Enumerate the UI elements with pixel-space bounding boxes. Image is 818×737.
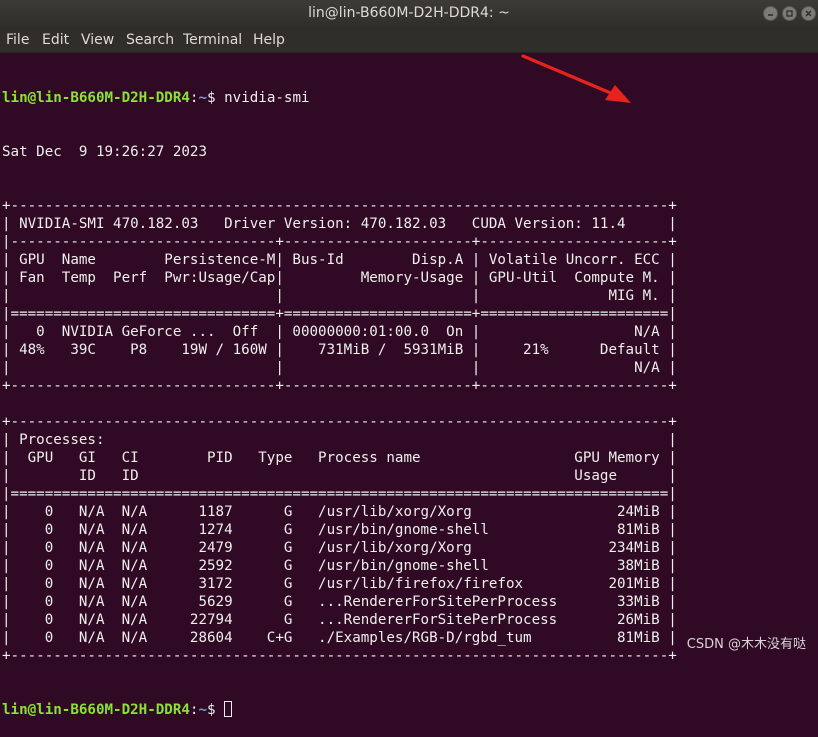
output-line: +---------------------------------------… <box>2 414 677 430</box>
annotation-arrow <box>521 54 631 103</box>
output-line: | ID ID Usage | <box>2 468 677 484</box>
prompt-path: ~ <box>198 702 208 718</box>
close-icon <box>805 10 812 17</box>
window-titlebar[interactable]: lin@lin-B660M-D2H-DDR4: ~ <box>0 0 818 28</box>
output-line: | NVIDIA-SMI 470.182.03 Driver Version: … <box>2 216 677 232</box>
menu-file[interactable]: File <box>6 32 29 48</box>
prompt-separator: : <box>189 702 199 718</box>
output-line: | 0 N/A N/A 2479 G /usr/lib/xorg/Xorg 23… <box>2 540 677 556</box>
maximize-icon <box>786 10 793 17</box>
menu-terminal[interactable]: Terminal <box>183 32 242 48</box>
output-line: |===============================+=======… <box>2 306 677 322</box>
current-prompt-line: lin@lin-B660M-D2H-DDR4:~$ <box>2 701 677 719</box>
close-button[interactable] <box>801 6 816 21</box>
menu-help[interactable]: Help <box>253 32 285 48</box>
menu-bar: File Edit View Search Terminal Help <box>0 28 818 53</box>
output-line: | | | N/A | <box>2 360 677 376</box>
smi-output-table: +---------------------------------------… <box>2 197 677 665</box>
output-line: |-------------------------------+-------… <box>2 234 677 250</box>
output-date: Sat Dec 9 19:26:27 2023 <box>2 144 207 160</box>
output-line: | Fan Temp Perf Pwr:Usage/Cap| Memory-Us… <box>2 270 677 286</box>
output-line: +---------------------------------------… <box>2 198 677 214</box>
output-line: | 0 N/A N/A 28604 C+G ./Examples/RGB-D/r… <box>2 630 677 646</box>
prompt-user-host: lin@lin-B660M-D2H-DDR4 <box>2 702 190 718</box>
output-line: | 0 NVIDIA GeForce ... Off | 00000000:01… <box>2 324 677 340</box>
menu-search[interactable]: Search <box>126 32 174 48</box>
output-line: | 0 N/A N/A 1274 G /usr/bin/gnome-shell … <box>2 522 677 538</box>
watermark: CSDN @木木没有哒 <box>686 637 806 652</box>
output-line: | | | MIG M. | <box>2 288 677 304</box>
output-line: | 0 N/A N/A 22794 G ...RendererForSitePe… <box>2 612 677 628</box>
output-line: | 0 N/A N/A 3172 G /usr/lib/firefox/fire… <box>2 576 677 592</box>
output-line: | 0 N/A N/A 2592 G /usr/bin/gnome-shell … <box>2 558 677 574</box>
command-text: nvidia-smi <box>224 90 310 106</box>
text-cursor <box>224 701 233 717</box>
output-line: | GPU Name Persistence-M| Bus-Id Disp.A … <box>2 252 677 268</box>
prompt-path: ~ <box>198 90 208 106</box>
prompt-symbol: $ <box>207 90 225 106</box>
maximize-button[interactable] <box>782 6 797 21</box>
output-line: | 48% 39C P8 19W / 160W | 731MiB / 5931M… <box>2 342 677 358</box>
prompt-symbol: $ <box>207 702 225 718</box>
output-line: | GPU GI CI PID Type Process name GPU Me… <box>2 450 677 466</box>
menu-view[interactable]: View <box>81 32 114 48</box>
output-line: +-------------------------------+-------… <box>2 378 677 394</box>
prompt-user-host: lin@lin-B660M-D2H-DDR4 <box>2 90 190 106</box>
minimize-icon <box>768 14 773 16</box>
terminal-output[interactable]: lin@lin-B660M-D2H-DDR4:~$ nvidia-smi Sat… <box>2 53 677 737</box>
menu-edit[interactable]: Edit <box>42 32 69 48</box>
window-title: lin@lin-B660M-D2H-DDR4: ~ <box>308 5 510 21</box>
output-line: +---------------------------------------… <box>2 648 677 664</box>
output-line: |=======================================… <box>2 486 677 502</box>
minimize-button[interactable] <box>763 6 778 21</box>
output-line: | 0 N/A N/A 1187 G /usr/lib/xorg/Xorg 24… <box>2 504 677 520</box>
output-line: | Processes: | <box>2 432 677 448</box>
output-line: | 0 N/A N/A 5629 G ...RendererForSitePer… <box>2 594 677 610</box>
